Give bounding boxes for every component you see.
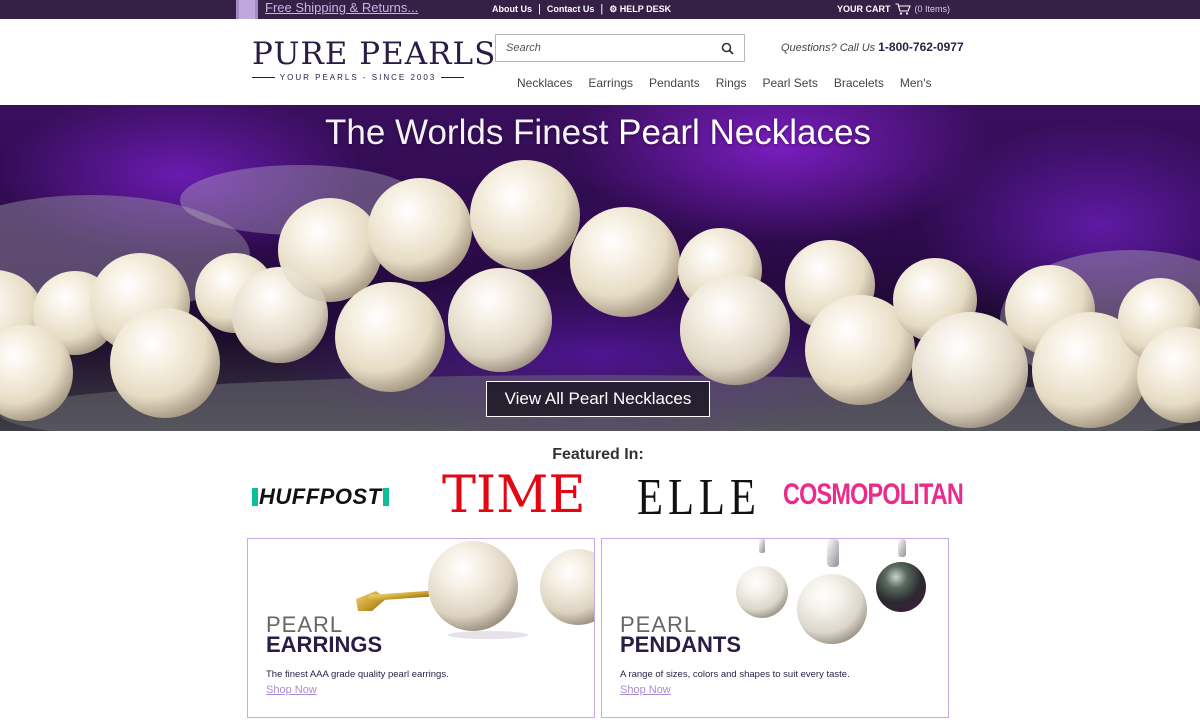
about-us-link[interactable]: About Us bbox=[492, 4, 532, 14]
featured-in-heading: Featured In: bbox=[552, 446, 644, 463]
top-links: About Us | Contact Us | ⚙ HELP DESK bbox=[492, 3, 671, 15]
phone-question: Questions? Call Us bbox=[781, 42, 876, 54]
huffpost-logo: HUFFPOST bbox=[252, 486, 389, 508]
top-bar: Free Shipping & Returns... About Us | Co… bbox=[0, 0, 1200, 27]
nav-rings[interactable]: Rings bbox=[708, 75, 755, 91]
cart-icon bbox=[895, 3, 911, 15]
nav-pearl-sets[interactable]: Pearl Sets bbox=[754, 75, 825, 91]
search-input[interactable] bbox=[496, 35, 706, 61]
cart-link[interactable]: YOUR CART (0 Items) bbox=[837, 3, 950, 15]
phone-contact: Questions? Call Us 1-800-762-0977 bbox=[781, 40, 964, 54]
nav-bracelets[interactable]: Bracelets bbox=[826, 75, 892, 91]
earrings-card[interactable]: PEARL EARRINGS The finest AAA grade qual… bbox=[247, 538, 595, 718]
hero-title-part2: Pearl Necklaces bbox=[618, 113, 871, 152]
contact-us-link[interactable]: Contact Us bbox=[547, 4, 595, 14]
search-icon[interactable] bbox=[721, 42, 734, 55]
shop-now-pendants-link[interactable]: Shop Now bbox=[620, 684, 671, 696]
phone-number[interactable]: 1-800-762-0977 bbox=[878, 40, 963, 54]
site-logo[interactable]: PURE PEARLS YOUR PEARLS - SINCE 2003 bbox=[252, 36, 497, 82]
hero-title-part1: The Worlds Finest bbox=[325, 113, 609, 152]
nav-pendants[interactable]: Pendants bbox=[641, 75, 708, 91]
nav-necklaces[interactable]: Necklaces bbox=[509, 75, 580, 91]
logo-wordmark: PURE PEARLS bbox=[252, 36, 497, 72]
cosmopolitan-logo: COSMOPOLITAN bbox=[783, 478, 964, 511]
header: PURE PEARLS YOUR PEARLS - SINCE 2003 Que… bbox=[0, 19, 1200, 105]
hero-title: The Worlds Finest Pearl Necklaces bbox=[0, 113, 1196, 153]
nav-earrings[interactable]: Earrings bbox=[580, 75, 641, 91]
view-all-necklaces-button[interactable]: View All Pearl Necklaces bbox=[486, 381, 710, 417]
card-description: The finest AAA grade quality pearl earri… bbox=[266, 669, 449, 680]
elle-logo: ELLE bbox=[637, 469, 761, 526]
search-box bbox=[495, 34, 745, 62]
free-shipping-link[interactable]: Free Shipping & Returns... bbox=[265, 0, 418, 15]
pendants-card[interactable]: PEARL PENDANTS A range of sizes, colors … bbox=[601, 538, 949, 718]
divider: | bbox=[600, 3, 604, 15]
huffpost-logo-text: HUFFPOST bbox=[259, 484, 382, 509]
nav-mens[interactable]: Men's bbox=[892, 75, 940, 91]
logo-tagline-text: YOUR PEARLS - SINCE 2003 bbox=[279, 73, 437, 82]
main-nav: Necklaces Earrings Pendants Rings Pearl … bbox=[509, 75, 939, 91]
cart-label: YOUR CART bbox=[837, 4, 891, 14]
hero-banner[interactable]: The Worlds Finest Pearl Necklaces View A… bbox=[0, 105, 1200, 431]
time-logo: TIME bbox=[442, 466, 586, 525]
huffpost-logo-mark bbox=[382, 488, 389, 506]
logo-tagline: YOUR PEARLS - SINCE 2003 bbox=[252, 73, 465, 82]
cart-count: (0 Items) bbox=[914, 4, 951, 14]
help-desk-link[interactable]: ⚙ HELP DESK bbox=[609, 4, 671, 15]
shop-now-earrings-link[interactable]: Shop Now bbox=[266, 684, 317, 696]
divider: | bbox=[538, 3, 541, 15]
card-title-bold: PENDANTS bbox=[620, 632, 742, 657]
card-description: A range of sizes, colors and shapes to s… bbox=[620, 669, 850, 680]
card-title-bold: EARRINGS bbox=[266, 632, 383, 657]
